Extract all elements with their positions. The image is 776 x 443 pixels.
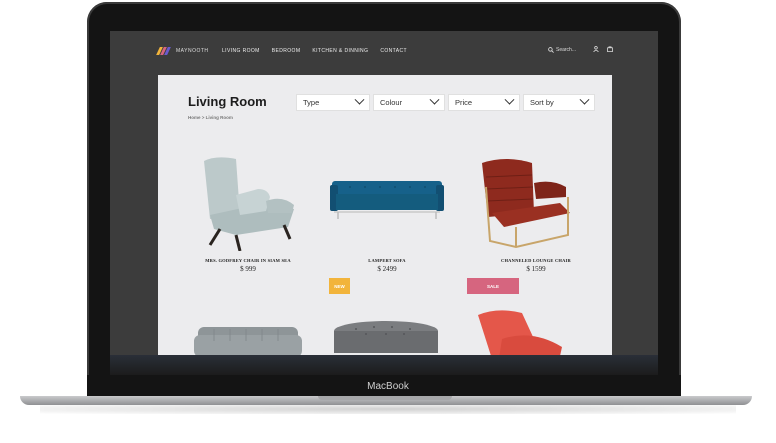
product-name-3[interactable]: CHANNELED LOUNGE CHAIR <box>476 258 596 263</box>
chevron-down-icon <box>579 94 590 105</box>
chevron-down-icon <box>504 94 515 105</box>
filter-price[interactable]: Price <box>448 94 520 111</box>
filter-sort-label: Sort by <box>530 98 554 107</box>
new-badge: NEW <box>329 278 350 294</box>
device-label: MacBook <box>367 381 409 392</box>
product-price-1: $ 999 <box>240 265 256 273</box>
page-title: Living Room <box>188 94 267 109</box>
laptop-notch <box>318 396 452 400</box>
product-name-1[interactable]: MRS. GODFREY CHAIR IN SIAM SEA <box>188 258 308 263</box>
screen: MAYNOOTH LIVING ROOM BEDROOM KITCHEN & D… <box>110 31 658 355</box>
nav-living-room[interactable]: LIVING ROOM <box>222 48 260 54</box>
sale-badge: SALE <box>467 278 519 294</box>
bag-icon[interactable] <box>607 46 613 52</box>
logo-mark-icon <box>156 47 172 55</box>
filter-price-label: Price <box>455 98 473 107</box>
product-price-3: $ 1599 <box>526 265 546 273</box>
product-image-tufted-ottoman[interactable] <box>332 321 440 355</box>
product-price-2: $ 2499 <box>377 265 397 273</box>
nav-contact[interactable]: CONTACT <box>380 48 407 54</box>
search-placeholder: Search... <box>556 47 577 53</box>
content-panel: Living Room Home > Living Room Type Colo… <box>158 75 612 355</box>
chevron-down-icon <box>354 94 365 105</box>
laptop-shadow <box>40 404 736 414</box>
filter-type-label: Type <box>303 98 320 107</box>
product-image-lampert-sofa[interactable] <box>330 181 444 221</box>
filter-type[interactable]: Type <box>296 94 370 111</box>
nav-kitchen-dinning[interactable]: KITCHEN & DINNING <box>312 48 368 54</box>
screen-bottom-strip <box>110 355 658 375</box>
product-image-godfrey-chair[interactable] <box>196 155 300 251</box>
chevron-down-icon <box>429 94 440 105</box>
logo-text: MAYNOOTH <box>176 48 209 54</box>
product-image-grey-sofa[interactable] <box>194 325 302 355</box>
user-icon[interactable] <box>593 46 599 52</box>
site-logo[interactable]: MAYNOOTH <box>156 47 209 55</box>
nav-bedroom[interactable]: BEDROOM <box>272 48 301 54</box>
breadcrumb[interactable]: Home > Living Room <box>188 115 233 120</box>
search-icon <box>548 47 554 53</box>
product-image-red-armchair[interactable] <box>472 309 568 355</box>
product-name-2[interactable]: LAMPERT SOFA <box>327 258 447 263</box>
filter-sort[interactable]: Sort by <box>523 94 595 111</box>
product-image-channeled-lounge-chair[interactable] <box>476 157 574 249</box>
search-box[interactable]: Search... <box>548 47 576 53</box>
filter-colour[interactable]: Colour <box>373 94 445 111</box>
filter-colour-label: Colour <box>380 98 403 107</box>
main-nav: LIVING ROOM BEDROOM KITCHEN & DINNING CO… <box>222 48 407 54</box>
